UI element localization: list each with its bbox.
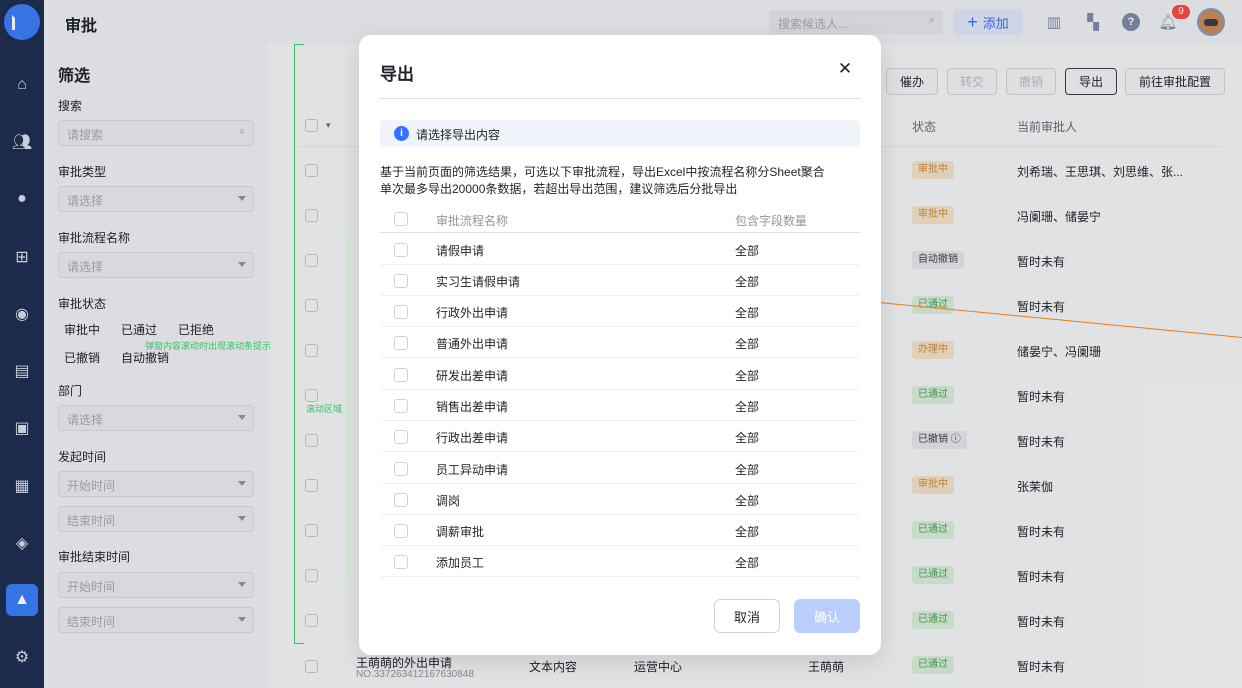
info-text: 请选择导出内容 (416, 128, 501, 142)
flow-field-count: 全部 (735, 431, 760, 445)
flow-row[interactable]: 研发出差申请 全部 (380, 359, 860, 390)
scroll-area-guide (348, 235, 349, 579)
guide-label-scrollbar: 弹窗内容滚动时出现滚动条提示 (145, 341, 272, 351)
flow-name: 普通外出申请 (436, 337, 509, 351)
flow-field-count: 全部 (735, 275, 760, 289)
flow-field-count: 全部 (735, 494, 760, 508)
flow-name: 请假申请 (436, 244, 485, 258)
flow-row[interactable]: 调岗 全部 (380, 484, 860, 515)
flow-row[interactable]: 销售出差申请 全部 (380, 390, 860, 421)
app-root: ⌂ 👥︎ ● ⊞ ◉ ▤ ▣ ▦ ◈ ▲ ⚙ 审批 搜索候选人... ⌕ + 添… (0, 0, 1242, 688)
flow-name: 实习生请假申请 (436, 275, 521, 289)
flow-checkbox[interactable] (394, 555, 408, 569)
flow-name: 行政外出申请 (436, 306, 509, 320)
export-modal: 导出 ✕ i 请选择导出内容 基于当前页面的筛选结果，可选以下审批流程，导出Ex… (359, 35, 881, 655)
flow-row[interactable]: 请假申请 全部 (380, 234, 860, 265)
flow-field-count: 全部 (735, 556, 760, 570)
flow-checkbox[interactable] (394, 462, 408, 476)
flow-field-count: 全部 (735, 244, 760, 258)
modal-divider (380, 98, 860, 99)
guide-line (294, 643, 304, 644)
flow-row[interactable]: 普通外出申请 全部 (380, 327, 860, 358)
close-icon[interactable]: ✕ (836, 59, 854, 79)
flow-row[interactable]: 行政出差申请 全部 (380, 421, 860, 452)
flow-name: 行政出差申请 (436, 431, 509, 445)
flow-name: 研发出差申请 (436, 369, 509, 383)
flow-name: 调岗 (436, 494, 461, 508)
flow-name: 销售出差申请 (436, 400, 509, 414)
col-flow-name: 审批流程名称 (436, 214, 509, 228)
select-all-flows-checkbox[interactable] (394, 212, 408, 226)
flow-field-count: 全部 (735, 525, 760, 539)
flow-checkbox[interactable] (394, 336, 408, 350)
col-field-count: 包含字段数量 (735, 214, 808, 228)
flow-field-count: 全部 (735, 306, 760, 320)
flow-row[interactable]: 行政外出申请 全部 (380, 296, 860, 327)
confirm-button[interactable]: 确认 (794, 599, 860, 633)
info-banner: i 请选择导出内容 (380, 120, 860, 147)
flow-checkbox[interactable] (394, 399, 408, 413)
flow-row[interactable]: 调薪审批 全部 (380, 515, 860, 546)
flow-checkbox[interactable] (394, 493, 408, 507)
flow-checkbox[interactable] (394, 524, 408, 538)
flow-checkbox[interactable] (394, 368, 408, 382)
export-description: 基于当前页面的筛选结果，可选以下审批流程，导出Excel中按流程名称分Sheet… (380, 165, 825, 179)
flow-row[interactable]: 添加员工 全部 (380, 546, 860, 577)
guide-label-scroll-area: 滚动区域 (306, 404, 343, 414)
flow-name: 员工异动申请 (436, 463, 509, 477)
flow-row[interactable]: 员工异动申请 全部 (380, 453, 860, 484)
guide-line (294, 44, 295, 644)
flow-list-header: 审批流程名称 包含字段数量 (380, 206, 860, 233)
flow-field-count: 全部 (735, 337, 760, 351)
guide-line (294, 44, 304, 45)
flow-checkbox[interactable] (394, 274, 408, 288)
flow-checkbox[interactable] (394, 430, 408, 444)
flow-field-count: 全部 (735, 369, 760, 383)
flow-row[interactable]: 实习生请假申请 全部 (380, 265, 860, 296)
export-limit-note: 单次最多导出20000条数据，若超出导出范围，建议筛选后分批导出 (380, 182, 738, 196)
info-icon: i (394, 126, 409, 141)
flow-checkbox[interactable] (394, 243, 408, 257)
flow-field-count: 全部 (735, 400, 760, 414)
cancel-button[interactable]: 取消 (714, 599, 780, 633)
flow-field-count: 全部 (735, 463, 760, 477)
flow-name: 调薪审批 (436, 525, 485, 539)
modal-title: 导出 (380, 65, 414, 84)
flow-checkbox[interactable] (394, 305, 408, 319)
flow-name: 添加员工 (436, 556, 485, 570)
